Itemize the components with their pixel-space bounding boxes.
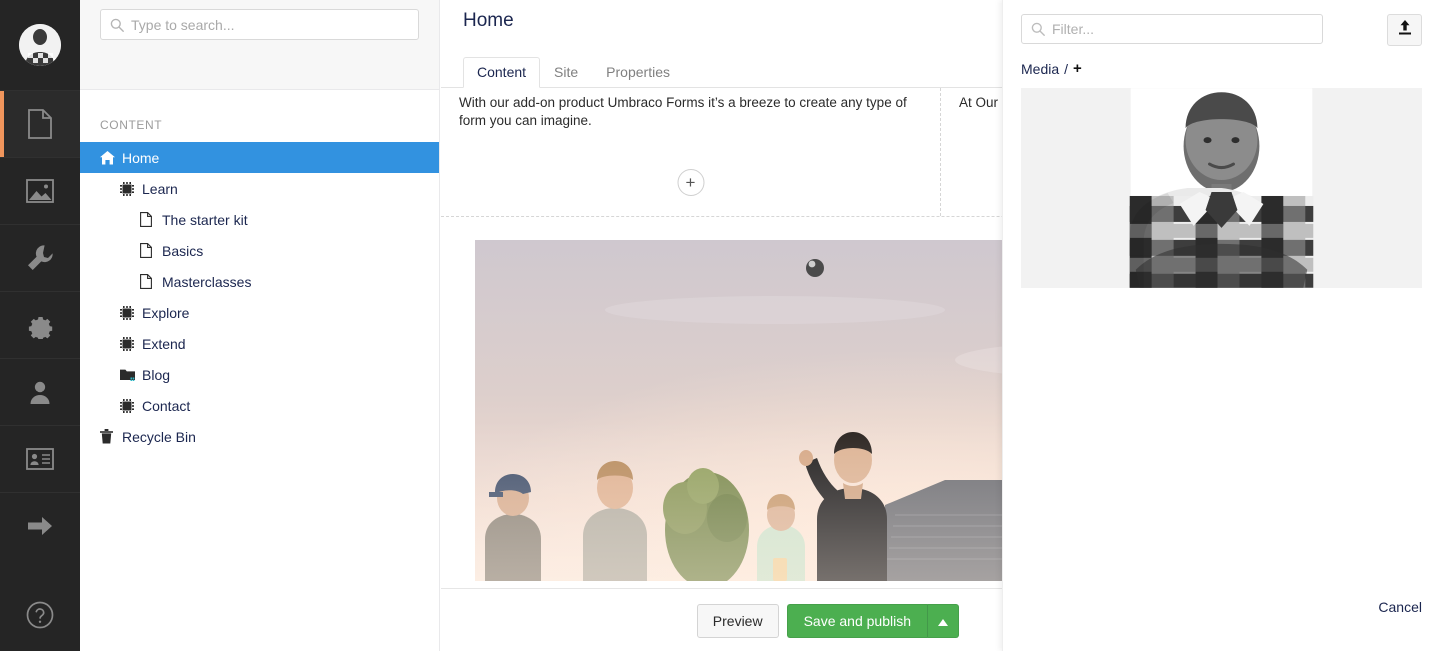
app-nav-item-members[interactable] — [0, 425, 80, 492]
avatar[interactable] — [19, 24, 61, 66]
search-input[interactable] — [129, 10, 410, 39]
app-nav-item-packages[interactable] — [0, 291, 80, 358]
tree-item-the-starter-kit[interactable]: The starter kit — [80, 204, 439, 235]
tree-item-label: Learn — [142, 180, 178, 197]
media-picker-toolbar — [1003, 0, 1440, 46]
tab-properties[interactable]: Properties — [592, 57, 684, 88]
tree-item-label: Extend — [142, 335, 186, 352]
tree-item-label: Contact — [142, 397, 191, 414]
tree-item-blog[interactable]: Blog — [80, 359, 439, 390]
grid-column-1[interactable]: With our add-on product Umbraco Forms it… — [441, 88, 940, 216]
trash-icon — [100, 429, 122, 444]
publish-button-group: Save and publish — [786, 604, 959, 638]
upload-icon — [1398, 19, 1412, 41]
tree-item-recycle-bin[interactable]: Recycle Bin — [80, 421, 439, 452]
tree-item-label: Masterclasses — [162, 273, 252, 290]
question-circle-icon — [26, 601, 54, 634]
media-breadcrumb: Media / + — [1003, 46, 1440, 77]
cancel-button[interactable]: Cancel — [1378, 599, 1422, 615]
arrow-right-icon — [26, 514, 54, 538]
tree-item-home[interactable]: Home — [80, 142, 439, 173]
page-icon — [140, 274, 162, 289]
tree-item-masterclasses[interactable]: Masterclasses — [80, 266, 439, 297]
app-nav-item-users[interactable] — [0, 358, 80, 425]
tree-section-header: CONTENT — [100, 118, 163, 132]
tree-item-label: Recycle Bin — [122, 428, 196, 445]
add-media-folder-button[interactable]: + — [1073, 60, 1082, 77]
media-picker-footer: Cancel — [1003, 589, 1440, 651]
app-navigation — [0, 0, 80, 651]
tab-content[interactable]: Content — [463, 57, 541, 88]
add-grid-item-button[interactable]: + — [677, 169, 704, 196]
tab-site[interactable]: Site — [540, 57, 592, 88]
chip-icon — [120, 305, 142, 320]
folder-icon — [120, 368, 142, 381]
tree-item-basics[interactable]: Basics — [80, 235, 439, 266]
breadcrumb-root[interactable]: Media — [1021, 61, 1059, 77]
document-icon — [27, 109, 53, 139]
search-box[interactable] — [100, 9, 419, 40]
tree-item-contact[interactable]: Contact — [80, 390, 439, 421]
avatar-container[interactable] — [0, 0, 80, 90]
chip-icon — [120, 398, 142, 413]
search-icon — [1031, 22, 1045, 41]
app-nav-item-help[interactable] — [0, 584, 80, 651]
filter-box[interactable] — [1021, 14, 1323, 44]
app-nav-item-settings[interactable] — [0, 224, 80, 291]
search-icon — [110, 18, 124, 37]
chevron-up-icon — [938, 614, 948, 628]
save-and-publish-button[interactable]: Save and publish — [786, 604, 927, 638]
app-nav-item-forms[interactable] — [0, 492, 80, 559]
tree-item-label: The starter kit — [162, 211, 248, 228]
home-icon — [100, 150, 122, 165]
filter-input[interactable] — [1050, 15, 1314, 43]
tree-item-label: Explore — [142, 304, 190, 321]
publish-options-caret-button[interactable] — [927, 604, 959, 638]
tree-item-extend[interactable]: Extend — [80, 328, 439, 359]
chip-icon — [120, 336, 142, 351]
image-icon — [26, 179, 54, 203]
gear-icon — [26, 311, 54, 339]
upload-button[interactable] — [1387, 14, 1422, 46]
app-nav-item-content[interactable] — [0, 90, 80, 157]
breadcrumb-separator: / — [1064, 60, 1069, 77]
tree-item-label: Basics — [162, 242, 204, 259]
content-tree-list: Home Learn The starter kit Basics Masterclas… — [80, 142, 439, 452]
portrait-photo-image — [1021, 88, 1422, 288]
wrench-icon — [26, 244, 54, 272]
tree-item-label: Blog — [142, 366, 171, 383]
content-tree-panel: CONTENT Home Learn The starter kit Basics Ma… — [80, 0, 440, 651]
umbraco-backoffice: CONTENT Home Learn The starter kit Basics Ma… — [0, 0, 1440, 651]
avatar-image — [19, 24, 61, 66]
editor-actions: Preview Save and publish — [696, 604, 959, 638]
tree-item-label: Home — [122, 149, 160, 166]
grid-column-1-text: With our add-on product Umbraco Forms it… — [459, 95, 907, 128]
preview-button[interactable]: Preview — [696, 604, 779, 638]
app-nav-item-media[interactable] — [0, 157, 80, 224]
user-icon — [27, 379, 53, 405]
id-card-icon — [26, 448, 54, 470]
tree-search-area — [80, 0, 439, 90]
tree-item-learn[interactable]: Learn — [80, 173, 439, 204]
media-picker-overlay: Media / + — [1002, 0, 1440, 651]
chip-icon — [120, 181, 142, 196]
page-icon — [140, 243, 162, 258]
media-item-portrait-photo[interactable] — [1021, 88, 1422, 288]
tree-item-explore[interactable]: Explore — [80, 297, 439, 328]
media-grid — [1003, 88, 1440, 288]
page-icon — [140, 212, 162, 227]
